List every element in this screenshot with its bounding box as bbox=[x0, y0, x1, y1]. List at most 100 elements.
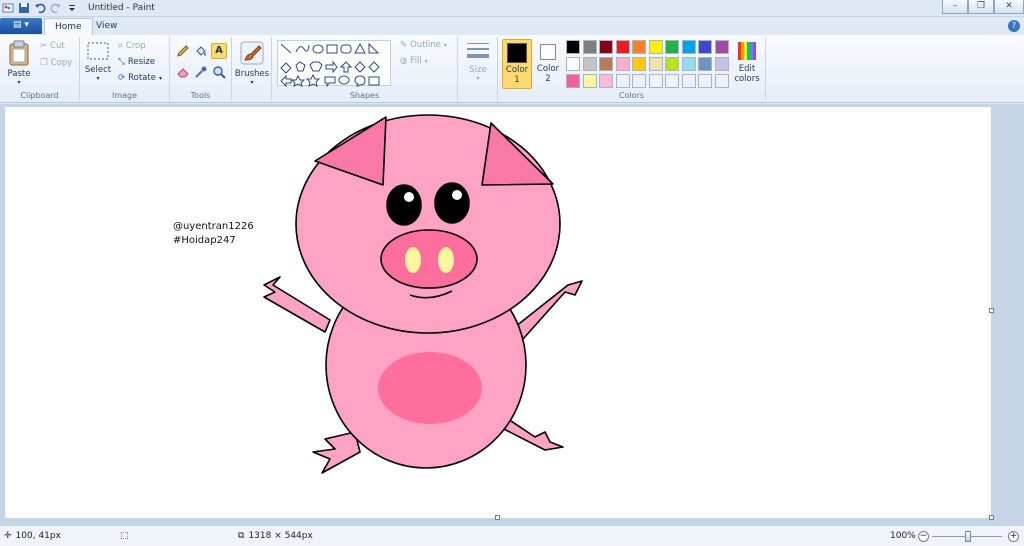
palette-swatch[interactable] bbox=[714, 57, 729, 71]
pencil-tool-icon[interactable] bbox=[175, 43, 191, 59]
size-button[interactable]: Size ▾ bbox=[462, 40, 494, 82]
chevron-down-icon: ▾ bbox=[250, 79, 254, 86]
palette-swatch[interactable] bbox=[714, 40, 729, 54]
palette-swatch[interactable] bbox=[582, 57, 597, 71]
rotate-button[interactable]: ⟳ Rotate ▾ bbox=[118, 73, 162, 83]
customize-qat-icon[interactable] bbox=[66, 2, 78, 14]
palette-swatch[interactable] bbox=[632, 57, 646, 71]
colors-group-label: Colors bbox=[618, 91, 645, 100]
edit-colors-button[interactable]: Edit colors bbox=[732, 39, 762, 89]
maximize-button[interactable]: ❐ bbox=[968, 0, 994, 14]
fill-button[interactable]: ◍ Fill ▾ bbox=[400, 56, 428, 66]
copy-button[interactable]: ❐ Copy bbox=[40, 58, 72, 68]
palette-swatch[interactable] bbox=[599, 40, 613, 54]
fill-bucket-icon[interactable] bbox=[193, 43, 209, 59]
color1-button[interactable]: Color 1 bbox=[502, 39, 532, 89]
pig-left-eye-highlight bbox=[404, 192, 414, 202]
palette-swatch[interactable] bbox=[632, 74, 646, 88]
resize-handle-bottom[interactable] bbox=[495, 515, 500, 520]
palette-swatch[interactable] bbox=[681, 40, 696, 54]
copy-label: Copy bbox=[50, 58, 73, 68]
close-button[interactable]: ✕ bbox=[994, 0, 1024, 14]
image-size: ⧉ 1318 × 544px bbox=[238, 531, 313, 541]
image-group-label: Image bbox=[111, 91, 138, 100]
pig-belly bbox=[378, 352, 482, 424]
palette-swatch[interactable] bbox=[681, 57, 696, 71]
palette-swatch[interactable] bbox=[681, 74, 696, 88]
tab-view[interactable]: View bbox=[86, 18, 127, 35]
cut-button[interactable]: ✂ Cut bbox=[40, 41, 65, 51]
drawing-canvas[interactable]: @uyentran1226 #Hoidap247 bbox=[5, 107, 991, 518]
palette-swatch[interactable] bbox=[566, 57, 580, 71]
palette-swatch[interactable] bbox=[698, 74, 712, 88]
palette-swatch[interactable] bbox=[698, 40, 712, 54]
undo-icon[interactable] bbox=[34, 2, 46, 14]
color-picker-icon[interactable] bbox=[193, 64, 209, 80]
pig-drawing bbox=[263, 114, 583, 474]
file-menu-button[interactable]: ▤ ▾ bbox=[0, 18, 42, 34]
minimize-button[interactable]: – bbox=[942, 0, 968, 14]
resize-handle-corner[interactable] bbox=[989, 515, 994, 520]
line-width-icon bbox=[467, 43, 489, 58]
outline-button[interactable]: ✎ Outline ▾ bbox=[400, 40, 447, 50]
pig-right-ear bbox=[481, 122, 554, 186]
palette-swatch[interactable] bbox=[615, 40, 630, 54]
palette-swatch[interactable] bbox=[648, 57, 663, 71]
edit-colors-label-2: colors bbox=[734, 74, 760, 84]
palette-swatch[interactable] bbox=[566, 74, 580, 88]
clipboard-group-label: Clipboard bbox=[20, 91, 59, 100]
select-label: Select bbox=[84, 65, 112, 75]
chevron-down-icon: ▾ bbox=[96, 75, 100, 82]
palette-swatch[interactable] bbox=[665, 57, 679, 71]
color1-number: 1 bbox=[514, 75, 520, 85]
resize-icon: ⤡ bbox=[118, 57, 125, 67]
palette-swatch[interactable] bbox=[648, 40, 663, 54]
canvas-workspace[interactable]: @uyentran1226 #Hoidap247 bbox=[0, 104, 1024, 525]
palette-swatch[interactable] bbox=[582, 40, 597, 54]
chevron-down-icon: ▾ bbox=[443, 41, 447, 49]
zoom-out-button[interactable]: − bbox=[918, 531, 929, 542]
help-icon[interactable]: ? bbox=[1008, 20, 1020, 32]
palette-swatch[interactable] bbox=[665, 40, 679, 54]
paste-button[interactable]: Paste ▾ bbox=[4, 40, 34, 86]
palette-swatch[interactable] bbox=[582, 74, 597, 88]
chevron-down-icon: ▾ bbox=[476, 75, 480, 82]
redo-icon[interactable] bbox=[50, 2, 62, 14]
eraser-icon[interactable] bbox=[175, 64, 191, 80]
zoom-level: 100% bbox=[890, 531, 916, 541]
pig-right-eye-highlight bbox=[452, 190, 462, 200]
palette-swatch[interactable] bbox=[698, 57, 712, 71]
brushes-button[interactable]: Brushes ▾ bbox=[234, 40, 270, 86]
select-button[interactable]: Select ▾ bbox=[84, 40, 112, 82]
palette-swatch[interactable] bbox=[665, 74, 679, 88]
resize-button[interactable]: ⤡ Resize bbox=[118, 57, 155, 67]
fill-label: Fill bbox=[410, 56, 422, 66]
paste-label: Paste bbox=[7, 69, 31, 79]
magnifier-icon[interactable] bbox=[211, 64, 227, 80]
save-icon[interactable] bbox=[18, 2, 30, 14]
palette-swatch[interactable] bbox=[648, 74, 663, 88]
crop-button[interactable]: ⌗ Crop bbox=[118, 41, 146, 51]
palette-swatch[interactable] bbox=[632, 40, 646, 54]
rotate-icon: ⟳ bbox=[118, 73, 126, 83]
resize-handle-right[interactable] bbox=[989, 308, 994, 313]
paint-app-icon[interactable] bbox=[2, 2, 14, 14]
colors-group: Color 1 Color 2 Edit colors Colors bbox=[498, 37, 766, 101]
rainbow-palette-icon bbox=[738, 42, 756, 60]
window-controls: – ❐ ✕ bbox=[942, 0, 1024, 15]
palette-swatch[interactable] bbox=[714, 74, 729, 88]
palette-swatch[interactable] bbox=[615, 74, 630, 88]
text-tool-icon[interactable]: A bbox=[211, 43, 227, 59]
palette-swatch[interactable] bbox=[615, 57, 630, 71]
color2-label: Color bbox=[536, 64, 560, 74]
color1-swatch bbox=[507, 43, 527, 63]
zoom-in-button[interactable]: + bbox=[1008, 531, 1019, 542]
ribbon-tabs: ▤ ▾ Home View ? bbox=[0, 17, 1024, 35]
zoom-slider-thumb[interactable] bbox=[965, 531, 971, 542]
color2-button[interactable]: Color 2 bbox=[534, 39, 562, 89]
palette-swatch[interactable] bbox=[599, 74, 613, 88]
palette-swatch[interactable] bbox=[599, 57, 613, 71]
chevron-down-icon: ▾ bbox=[158, 74, 162, 82]
clipboard-icon bbox=[9, 40, 29, 66]
palette-swatch[interactable] bbox=[566, 40, 580, 54]
